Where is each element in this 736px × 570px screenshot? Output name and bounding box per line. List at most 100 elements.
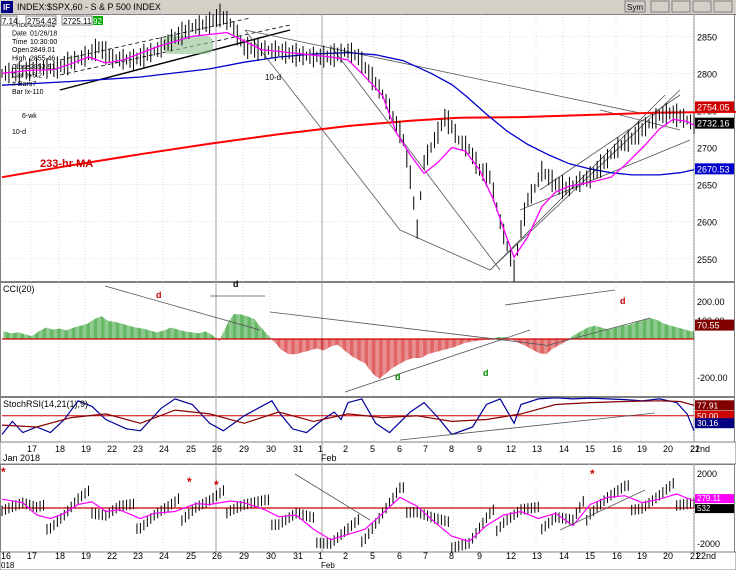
field-1: 7.14 (2, 17, 18, 26)
x-tick-label: 9 (477, 444, 482, 454)
trendline (399, 229, 491, 271)
info-label: Time (12, 39, 27, 46)
stoch-title: StochRSI(14,21(1),9) (3, 399, 88, 409)
panel-frame (0, 397, 735, 443)
x-tick-label-bottom: 31 (293, 551, 303, 561)
x-tick-label: 6 (397, 444, 402, 454)
y-tick-label: 2600 (697, 218, 717, 228)
info-value: -6.2 (30, 72, 42, 79)
x-tick-label-bottom: 30 (266, 551, 276, 561)
sym-button-label: Sym (627, 3, 643, 12)
x-tick-label-bottom: 16 (612, 551, 622, 561)
x-tick-label: 13 (532, 444, 542, 454)
info-label: Open (12, 47, 29, 54)
x-tick-label: 16 (612, 444, 622, 454)
x-tick-label: 22 (107, 444, 117, 454)
x-tick-label-bottom: 5 (370, 551, 375, 561)
divergence-label: d (156, 290, 162, 300)
info-value: 10:30:00 (30, 39, 57, 46)
cci-trendline (269, 311, 546, 346)
divergence-label: d (483, 368, 489, 378)
x-tick-label-bottom: 6 (397, 551, 402, 561)
trendline (244, 29, 641, 114)
cci-tick: 200.00 (697, 297, 725, 307)
x-tick-label: 29 (239, 444, 249, 454)
divergence-label: d (620, 296, 626, 306)
info-6wk: 6-wk (22, 113, 37, 120)
x-tick-label: 8 (449, 444, 454, 454)
x-tick-label: 5 (370, 444, 375, 454)
info-value: -7 (30, 81, 36, 88)
x-tick-label: 14 (559, 444, 569, 454)
stoch-signal-line (1, 400, 695, 428)
ma-magenta-line (1, 31, 695, 259)
cci-title: CCI(20) (3, 284, 35, 294)
minimize-button[interactable] (650, 0, 670, 13)
close-button[interactable] (692, 0, 712, 13)
x-tick-label-bottom: 16 (1, 551, 11, 561)
info-label: High (12, 56, 27, 63)
ma-blue-line (1, 51, 695, 176)
x-tick-label-bottom: 17 (27, 551, 37, 561)
stoch-value: 77.91 (697, 400, 719, 410)
breadth-value: 532 (697, 504, 711, 513)
info-value: 01/26/18 (30, 30, 57, 37)
info-label: Close (12, 64, 30, 71)
window-title: INDEX:$SPX,60 - S & P 500 INDEX (17, 2, 161, 12)
x-tick-label: 19 (81, 444, 91, 454)
divergence-label: d (233, 279, 239, 289)
x-tick-label: 24 (159, 444, 169, 454)
info-label: Car % (12, 72, 31, 79)
chart-canvas: 25502600265027002750280028502754.052732.… (0, 0, 736, 570)
x-tick-label-bottom: 8 (449, 551, 454, 561)
x-month-label: Jan 2018 (3, 453, 40, 463)
x-tick-label-bottom: 20 (663, 551, 673, 561)
x-tick-label-bottom: 19 (637, 551, 647, 561)
restore-button[interactable] (671, 0, 691, 13)
x-tick-label-bottom: 7 (423, 551, 428, 561)
cci-tick: -200.00 (697, 373, 728, 383)
x-tick-label: 15 (585, 444, 595, 454)
field-4: 92 (93, 17, 102, 26)
x-tick-label-bottom: 24 (159, 551, 169, 561)
symbol-badge: IF (3, 3, 10, 12)
info-value: 2853.91 (30, 64, 55, 71)
x-tick-label-bottom: 15 (585, 551, 595, 561)
x-tick-label: 22nd (690, 444, 710, 454)
x-tick-label: 18 (55, 444, 65, 454)
y-tick-label: 2550 (697, 255, 717, 265)
info-label: Date (12, 30, 27, 37)
x-tick-label: 7 (423, 444, 428, 454)
info-value: 2855.46 (30, 56, 55, 63)
info-label: Bar Ix (12, 89, 31, 96)
y-tick-label: 2850 (697, 32, 717, 42)
cci-trendline (504, 289, 616, 306)
breadth-tick: 2000 (697, 469, 717, 479)
price-label: 2670.53 (697, 164, 730, 174)
breadth-star: * (214, 478, 219, 492)
info-value: -110 (30, 89, 44, 96)
x-tick-label-bottom: 25 (186, 551, 196, 561)
x-tick-label: 2 (343, 444, 348, 454)
ma-233-line (1, 110, 736, 179)
breadth-star: * (187, 475, 192, 489)
x-tick-label-bottom: 1 (318, 551, 323, 561)
price-label: 2732.16 (697, 119, 730, 129)
breadth-trendline (559, 489, 646, 531)
x-tick-label-bottom: 9 (477, 551, 482, 561)
x-tick-label: 20 (663, 444, 673, 454)
y-tick-label: 2700 (697, 144, 717, 154)
field-3: 2725.11 (63, 17, 92, 26)
x-tick-label: 19 (637, 444, 647, 454)
y-tick-label: 2800 (697, 69, 717, 79)
x-tick-label: 23 (133, 444, 143, 454)
highlight-box (163, 36, 213, 54)
x-month-label-bottom: Feb (321, 561, 335, 570)
help-button[interactable] (713, 0, 733, 13)
breadth-star: * (1, 465, 6, 479)
y-tick-label: 2650 (697, 181, 717, 191)
x-tick-label-bottom: 22 (107, 551, 117, 561)
x-tick-label-bottom: 19 (81, 551, 91, 561)
info-10d: 10-d (12, 129, 26, 136)
x-tick-label: 31 (293, 444, 303, 454)
